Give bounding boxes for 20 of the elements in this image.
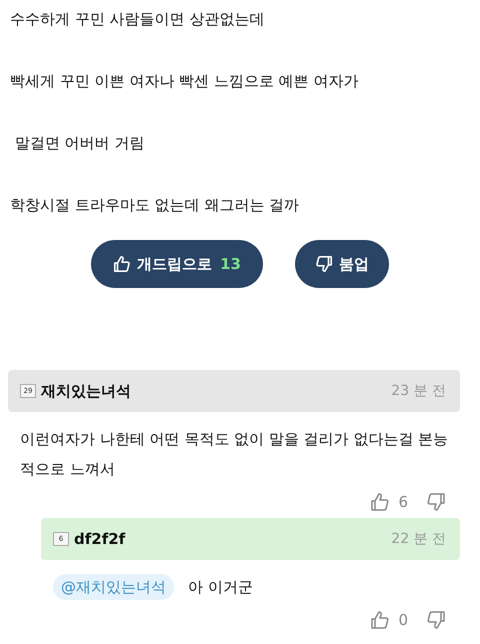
dislike-button[interactable]: 붐업 — [294, 240, 389, 288]
post-paragraph: 수수하게 꾸민 사람들이면 상관없는데 — [10, 9, 266, 30]
thumbs-up-icon[interactable] — [370, 492, 390, 512]
thumbs-down-icon[interactable] — [426, 610, 446, 630]
author-name[interactable]: 재치있는녀석 — [41, 382, 131, 400]
post-paragraph: 말걸면 어버버 거림 — [14, 133, 146, 154]
author-name[interactable]: df2f2f — [74, 530, 126, 548]
like-button[interactable]: 개드립으로 13 — [91, 240, 263, 288]
thumbs-down-icon[interactable] — [426, 492, 446, 512]
thumbs-up-icon — [113, 255, 132, 273]
thumbs-up-icon[interactable] — [370, 610, 390, 630]
comment-time: 22 분 전 — [391, 530, 446, 548]
like-count: 6 — [398, 493, 408, 511]
post-paragraph: 빡세게 꾸민 이쁜 여자나 빡센 느낌으로 예쁜 여자가 — [10, 71, 360, 92]
comment-text: 아 이거군 — [188, 577, 253, 598]
comment-text: 이런여자가 나한테 어떤 목적도 없이 말을 걸리가 없다는걸 본능적으로 느껴서 — [20, 429, 450, 480]
thumbs-down-icon — [314, 255, 333, 273]
post-paragraph: 학창시절 트라우마도 없는데 왜그러는 걸까 — [10, 195, 300, 216]
like-count: 0 — [398, 611, 408, 629]
comment-time: 23 분 전 — [391, 382, 446, 400]
